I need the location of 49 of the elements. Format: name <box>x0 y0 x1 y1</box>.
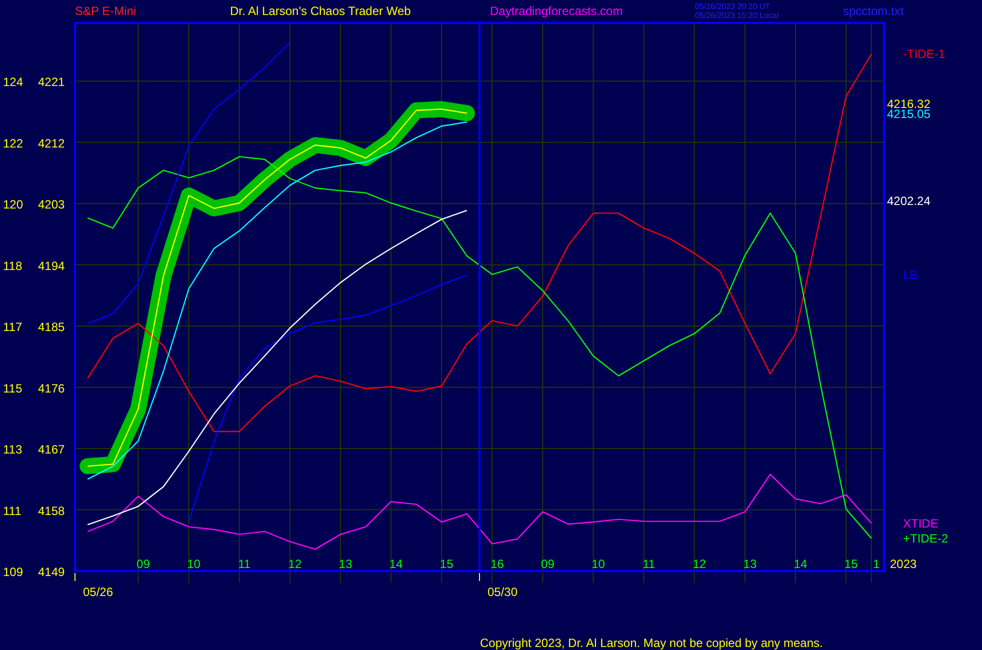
copyright-text: Copyright 2023, Dr. Al Larson. May not be copied by any means. <box>480 636 823 650</box>
price-label: 4158 <box>38 504 65 518</box>
line-label: XTIDE <box>903 516 938 530</box>
price-label: 4149 <box>38 565 65 579</box>
hour-label: 10 <box>592 557 605 571</box>
date-label: 05/26 <box>83 585 114 599</box>
price-label: 4212 <box>38 136 65 150</box>
scale-label: 124 <box>3 75 24 90</box>
hour-label: 09 <box>541 557 554 571</box>
hour-label: 14 <box>794 557 808 571</box>
date-label: 05/30 <box>488 585 518 599</box>
symbol-label: S&P E-Mini <box>75 4 138 18</box>
scale-label: 122 <box>3 136 24 150</box>
scale-label: 115 <box>3 381 22 396</box>
price-label: 4185 <box>38 320 65 334</box>
timestamp: 05/26/2023 15:20 Local <box>695 11 780 20</box>
hour-label: 16 <box>490 557 504 571</box>
hour-label: 09 <box>136 557 150 571</box>
scale-label: 109 <box>3 565 24 579</box>
hour-label: 11 <box>238 557 251 571</box>
value-label: 4202.24 <box>887 194 930 208</box>
price-label: 4194 <box>38 258 65 273</box>
scale-label: 113 <box>3 442 22 457</box>
hour-label: 12 <box>288 557 302 571</box>
hour-label: 11 <box>642 557 656 571</box>
hour-label: 15 <box>440 557 454 571</box>
price-label: 4167 <box>38 442 65 457</box>
price-label: 4221 <box>38 75 65 90</box>
hour-label: 13 <box>338 557 352 571</box>
website-label: Daytradingforecasts.com <box>490 4 624 18</box>
line-label: -TIDE-1 <box>903 46 945 61</box>
hour-label: 1 <box>873 557 880 571</box>
scale-label: 117 <box>3 320 22 334</box>
scale-label: 118 <box>3 258 22 273</box>
file-name: spcctom.txt <box>843 4 904 18</box>
hour-label: 12 <box>692 557 706 571</box>
price-label: 4176 <box>38 381 65 396</box>
site-title: Dr. Al Larson's Chaos Trader Web <box>230 4 412 18</box>
year-label: 2023 <box>890 557 917 571</box>
scale-label: 120 <box>3 198 24 212</box>
hour-label: 13 <box>743 557 757 571</box>
timestamp: 05/26/2023 20:20 UT <box>695 2 772 11</box>
line-label: LB <box>903 268 918 282</box>
line-label: +TIDE-2 <box>903 531 948 546</box>
scale-label: 111 <box>3 504 22 518</box>
hour-label: 14 <box>389 557 403 571</box>
hour-label: 15 <box>844 557 858 571</box>
hour-label: 10 <box>187 557 200 571</box>
price-label: 4203 <box>38 198 65 212</box>
